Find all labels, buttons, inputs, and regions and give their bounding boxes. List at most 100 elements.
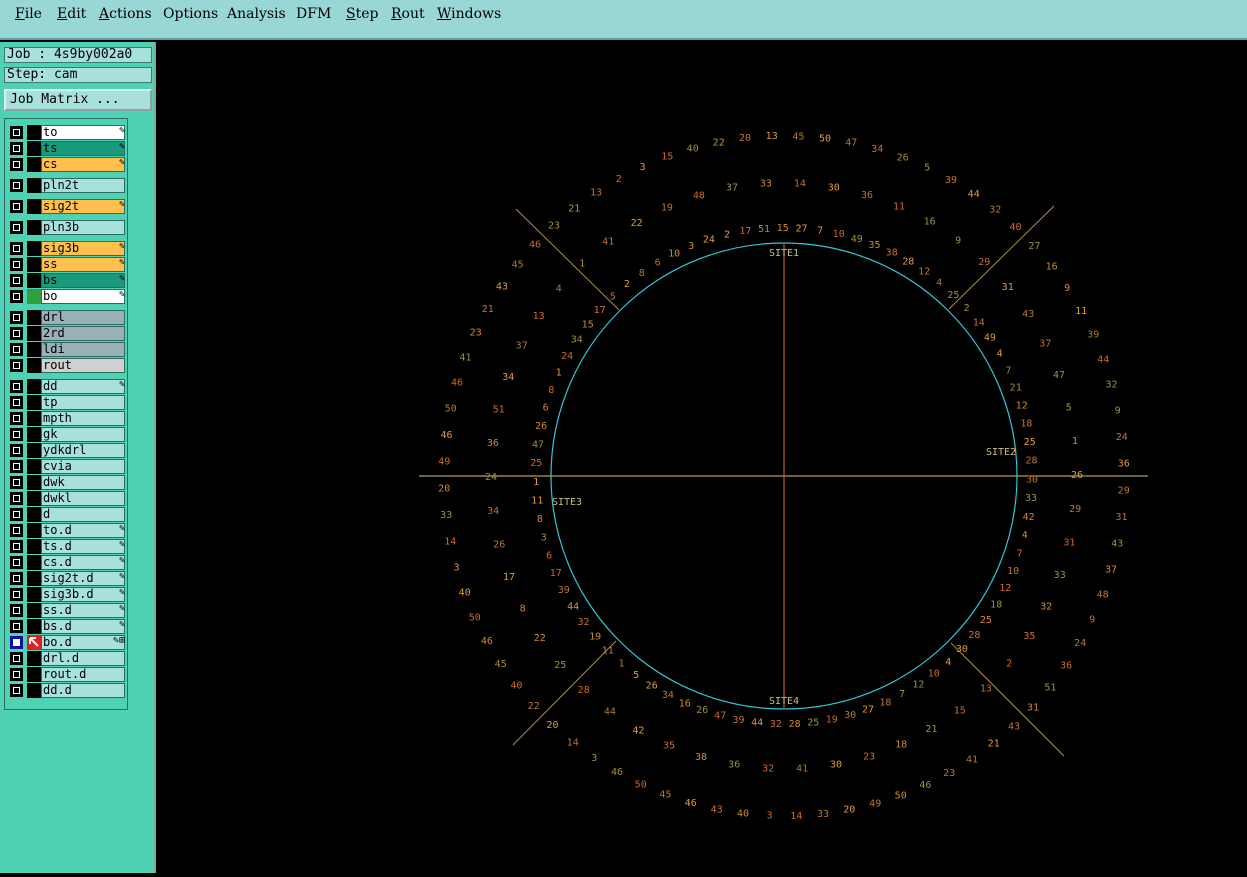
layer-row-rout-d[interactable]: rout.d xyxy=(7,667,127,682)
layer-row-sig2t[interactable]: sig2t ✎ xyxy=(7,199,127,214)
layer-name[interactable]: drl.d xyxy=(41,651,125,666)
layer-name[interactable]: cs.d xyxy=(41,555,125,570)
menu-step[interactable]: Step xyxy=(346,6,378,22)
layer-row-tp[interactable]: tp xyxy=(7,395,127,410)
layer-checkbox[interactable] xyxy=(10,428,23,441)
menu-dfm[interactable]: DFM xyxy=(296,6,331,22)
layer-row-dwkl[interactable]: dwkl xyxy=(7,491,127,506)
menu-windows[interactable]: Windows xyxy=(437,6,501,22)
layer-name[interactable]: sig2t xyxy=(41,199,125,214)
layer-name[interactable]: sig2t.d xyxy=(41,571,125,586)
layer-row-gk[interactable]: gk xyxy=(7,427,127,442)
layer-name[interactable]: cs xyxy=(41,157,125,172)
layer-checkbox[interactable] xyxy=(10,359,23,372)
layer-row-ldi[interactable]: ldi xyxy=(7,342,127,357)
layer-name[interactable]: sig3b.d xyxy=(41,587,125,602)
layer-row-to[interactable]: to ✎ xyxy=(7,125,127,140)
layer-name[interactable]: dwk xyxy=(41,475,125,490)
layer-checkbox[interactable] xyxy=(10,142,23,155)
layer-checkbox[interactable] xyxy=(10,556,23,569)
layer-name[interactable]: 2rd xyxy=(41,326,125,341)
layer-row-cvia[interactable]: cvia xyxy=(7,459,127,474)
job-matrix-button[interactable]: Job Matrix ... xyxy=(4,89,152,111)
layer-row-dd[interactable]: dd ✎ xyxy=(7,379,127,394)
layer-row-bs[interactable]: bs ✎ xyxy=(7,273,127,288)
layer-checkbox[interactable] xyxy=(10,652,23,665)
menu-edit[interactable]: Edit xyxy=(57,6,86,22)
layer-row-bo[interactable]: bo ✎ xyxy=(7,289,127,304)
layer-checkbox[interactable] xyxy=(10,508,23,521)
layer-checkbox[interactable] xyxy=(10,126,23,139)
layer-row-ts[interactable]: ts ✎ xyxy=(7,141,127,156)
layer-checkbox[interactable] xyxy=(10,636,23,649)
layer-name[interactable]: cvia xyxy=(41,459,125,474)
layer-checkbox[interactable] xyxy=(10,311,23,324)
layer-name[interactable]: dd xyxy=(41,379,125,394)
layer-name[interactable]: ss xyxy=(41,257,125,272)
layer-name[interactable]: tp xyxy=(41,395,125,410)
layer-checkbox[interactable] xyxy=(10,290,23,303)
layer-checkbox[interactable] xyxy=(10,221,23,234)
layer-checkbox[interactable] xyxy=(10,396,23,409)
layer-row-d[interactable]: d xyxy=(7,507,127,522)
layer-name[interactable]: bs.d xyxy=(41,619,125,634)
layer-row-dwk[interactable]: dwk xyxy=(7,475,127,490)
layer-row-ss[interactable]: ss ✎ xyxy=(7,257,127,272)
layer-name[interactable]: bo xyxy=(41,289,125,304)
layer-checkbox[interactable] xyxy=(10,242,23,255)
layer-name[interactable]: rout.d xyxy=(41,667,125,682)
layer-checkbox[interactable] xyxy=(10,327,23,340)
menu-options[interactable]: Options xyxy=(163,6,218,22)
layer-checkbox[interactable] xyxy=(10,200,23,213)
layer-name[interactable]: ts xyxy=(41,141,125,156)
layer-name[interactable]: rout xyxy=(41,358,125,373)
layer-name[interactable]: dd.d xyxy=(41,683,125,698)
layer-row-ts-d[interactable]: ts.d ✎ xyxy=(7,539,127,554)
layer-row-cs-d[interactable]: cs.d ✎ xyxy=(7,555,127,570)
layer-name[interactable]: sig3b xyxy=(41,241,125,256)
layer-row-pln2t[interactable]: pln2t xyxy=(7,178,127,193)
layer-row-2rd[interactable]: 2rd xyxy=(7,326,127,341)
layer-row-pln3b[interactable]: pln3b xyxy=(7,220,127,235)
layer-row-ss-d[interactable]: ss.d ✎ xyxy=(7,603,127,618)
layer-name[interactable]: bs xyxy=(41,273,125,288)
layer-checkbox[interactable] xyxy=(10,540,23,553)
layer-name[interactable]: ss.d xyxy=(41,603,125,618)
layer-name[interactable]: ydkdrl xyxy=(41,443,125,458)
layer-checkbox[interactable] xyxy=(10,274,23,287)
layer-checkbox[interactable] xyxy=(10,524,23,537)
layer-checkbox[interactable] xyxy=(10,604,23,617)
layer-row-bs-d[interactable]: bs.d ✎ xyxy=(7,619,127,634)
layer-checkbox[interactable] xyxy=(10,588,23,601)
layer-row-sig2t-d[interactable]: sig2t.d ✎ xyxy=(7,571,127,586)
layer-checkbox[interactable] xyxy=(10,258,23,271)
menu-actions[interactable]: Actions xyxy=(99,6,152,22)
layer-checkbox[interactable] xyxy=(10,412,23,425)
layer-name[interactable]: drl xyxy=(41,310,125,325)
menu-analysis[interactable]: Analysis xyxy=(227,6,286,22)
layer-name[interactable]: to xyxy=(41,125,125,140)
layer-checkbox[interactable] xyxy=(10,492,23,505)
layer-row-ydkdrl[interactable]: ydkdrl xyxy=(7,443,127,458)
layer-checkbox[interactable] xyxy=(10,158,23,171)
layer-row-sig3b[interactable]: sig3b ✎ xyxy=(7,241,127,256)
layer-checkbox[interactable] xyxy=(10,343,23,356)
graphics-canvas[interactable]: SITE1 SITE2 SITE3 SITE4 27 7 10 49 35 38 28 12 4 25 2 1… xyxy=(156,42,1247,873)
layer-checkbox[interactable] xyxy=(10,179,23,192)
layer-row-dd-d[interactable]: dd.d xyxy=(7,683,127,698)
layer-row-sig3b-d[interactable]: sig3b.d ✎ xyxy=(7,587,127,602)
layer-checkbox[interactable] xyxy=(10,572,23,585)
layer-name[interactable]: ts.d xyxy=(41,539,125,554)
menu-file[interactable]: File xyxy=(15,6,42,22)
layer-checkbox[interactable] xyxy=(10,668,23,681)
layer-checkbox[interactable] xyxy=(10,460,23,473)
layer-checkbox[interactable] xyxy=(10,380,23,393)
layer-row-drl[interactable]: drl xyxy=(7,310,127,325)
layer-row-rout[interactable]: rout xyxy=(7,358,127,373)
layer-row-to-d[interactable]: to.d ✎ xyxy=(7,523,127,538)
layer-name[interactable]: pln3b xyxy=(41,220,125,235)
layer-name[interactable]: d xyxy=(41,507,125,522)
layer-name[interactable]: mpth xyxy=(41,411,125,426)
layer-name[interactable]: pln2t xyxy=(41,178,125,193)
layer-row-bo-d[interactable]: bo.d ✎⊞ xyxy=(7,635,127,650)
